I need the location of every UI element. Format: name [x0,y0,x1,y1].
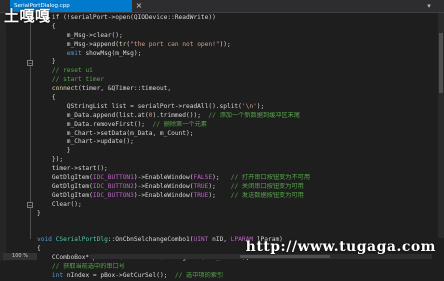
code-token: // 选中项的索引 [174,271,224,279]
code-line[interactable]: m_Data.removeFirst(); // 删除第一个元素 [37,121,437,130]
vertical-scrollbar[interactable] [438,13,444,238]
code-token: nID, [208,236,231,244]
code-line[interactable]: m_Chart->update(); [37,138,437,147]
code-line[interactable]: GetDlgItem(IDC_BUTTON1)->EnableWindow(FA… [37,174,437,183]
code-token: void [37,236,56,244]
fold-toggle-icon[interactable]: − [27,60,33,67]
code-token: '\n' [241,102,257,110]
code-line[interactable]: { [37,23,437,32]
code-line[interactable]: } [37,210,437,219]
code-token: )->EnableWindow( [133,174,194,182]
code-line[interactable]: timer->start(); [37,165,437,174]
code-token: timer->start(); [37,165,108,173]
title-bar: SerialPortDialog.cpp × ▾ [0,0,444,13]
watermark-url: http://www.tugaga.com [245,239,436,255]
code-line[interactable]: { [37,94,437,103]
code-line[interactable]: // start timer [37,76,437,85]
code-token: connect [37,85,78,93]
code-token: IDC_BUTTON1 [92,174,134,182]
watermark-top: 土嘎嘎 [4,7,51,25]
code-token: m_Chart->setData(m_Data, m_Count); [37,129,194,137]
code-token: m_Msg->clear(); [37,31,123,39]
code-token: }); [37,156,64,164]
code-token: showMsg(m_Msg); [85,49,142,57]
code-line[interactable]: emit showMsg(m_Msg); [37,50,437,59]
code-token: (timer, &QTimer::timeout, [77,85,172,93]
code-token: } [37,58,56,66]
close-tab-icon[interactable]: × [134,0,144,12]
code-token: ::OnCbnSelchangeCombo1( [107,236,194,244]
code-token: ); [208,191,231,199]
code-token: // 添加一个新数据到缓冲区末尾 [208,111,301,119]
code-line[interactable]: // 获取当前选中的串口号 [37,263,437,272]
code-token: { [37,94,56,102]
code-line[interactable]: Clear(); [37,201,437,210]
code-token: m_Msg->append( [37,40,119,48]
code-token: // 打开串口按钮变为不可用 [230,174,311,182]
code-token: IDC_BUTTON2 [92,182,134,190]
code-token: // 获取当前选中的串口号 [37,262,125,270]
code-line[interactable]: }); [37,156,437,165]
code-token: // 关闭串口按钮变为可用 [230,182,304,190]
code-token: UINT [193,236,209,244]
code-line[interactable] [37,218,437,227]
code-token: )->EnableWindow( [133,182,194,190]
code-line[interactable]: } [37,58,437,67]
zoom-level[interactable]: 100 % [3,253,37,260]
code-token: FALSE [193,174,213,182]
code-line[interactable]: } [37,147,437,156]
code-line[interactable] [37,227,437,236]
editor-margin [0,13,6,261]
code-token: CSerialPortDlg [55,236,108,244]
code-token: GetDlgItem( [37,182,93,190]
code-token: ).trimmed()); [152,111,209,119]
code-token: ); [256,102,265,110]
code-token: emit [37,49,86,57]
code-line[interactable]: m_Chart->setData(m_Data, m_Count); [37,130,437,139]
scrollbar-thumb[interactable] [240,255,330,258]
code-token: m_Data.append(list.at( [37,111,149,119]
code-line[interactable]: GetDlgItem(IDC_BUTTON3)->EnableWindow(TR… [37,192,437,201]
code-token: // reset ui [37,67,93,75]
code-line[interactable]: connect(timer, &QTimer::timeout, [37,85,437,94]
code-line[interactable]: m_Msg->append(tr("the port can not open!… [37,41,437,50]
code-line[interactable]: QStringList list = serialPort->readAll()… [37,103,437,112]
code-token: m_Chart->update(); [37,138,134,146]
code-token: ); [212,174,231,182]
code-line[interactable]: int nIndex = pBox->GetCurSel(); // 选中项的索… [37,272,437,281]
code-token: )); [219,40,231,48]
code-token: nIndex = pBox->GetCurSel(); [66,271,175,279]
code-line[interactable]: m_Data.append(list.at(0).trimmed()); // … [37,112,437,121]
code-token: m_Data.removeFirst(); [37,120,153,128]
code-token: } [37,147,71,155]
fold-toggle-icon[interactable]: − [27,202,33,209]
code-token: int [37,271,67,279]
code-token: "the port can not open!" [130,40,220,48]
code-token: if (!serialPort->open(QIODevice::ReadWri… [37,14,216,21]
scrollbar-thumb[interactable] [439,33,443,93]
code-line[interactable]: m_Msg->clear(); [37,32,437,41]
code-token: )->EnableWindow( [133,191,194,199]
code-token: GetDlgItem( [37,174,93,182]
code-token: Clear(); [37,200,82,208]
code-token: QStringList list = serialPort->readAll()… [37,102,242,110]
dropdown-icon[interactable]: ▾ [422,0,436,12]
code-line[interactable]: if (!serialPort->open(QIODevice::ReadWri… [37,14,437,23]
code-token: // 发送数据按钮变为可用 [230,191,304,199]
code-token: TRUE [193,182,209,190]
code-token: // start timer [37,76,105,84]
code-line[interactable]: GetDlgItem(IDC_BUTTON2)->EnableWindow(TR… [37,183,437,192]
code-line[interactable]: // reset ui [37,67,437,76]
code-token: } [37,209,41,217]
code-token: ); [208,182,231,190]
code-token: { [37,245,41,253]
code-token: IDC_BUTTON3 [92,191,134,199]
code-token: GetDlgItem( [37,191,93,199]
code-token: // 删除第一个元素 [152,120,207,128]
code-token: TRUE [193,191,209,199]
